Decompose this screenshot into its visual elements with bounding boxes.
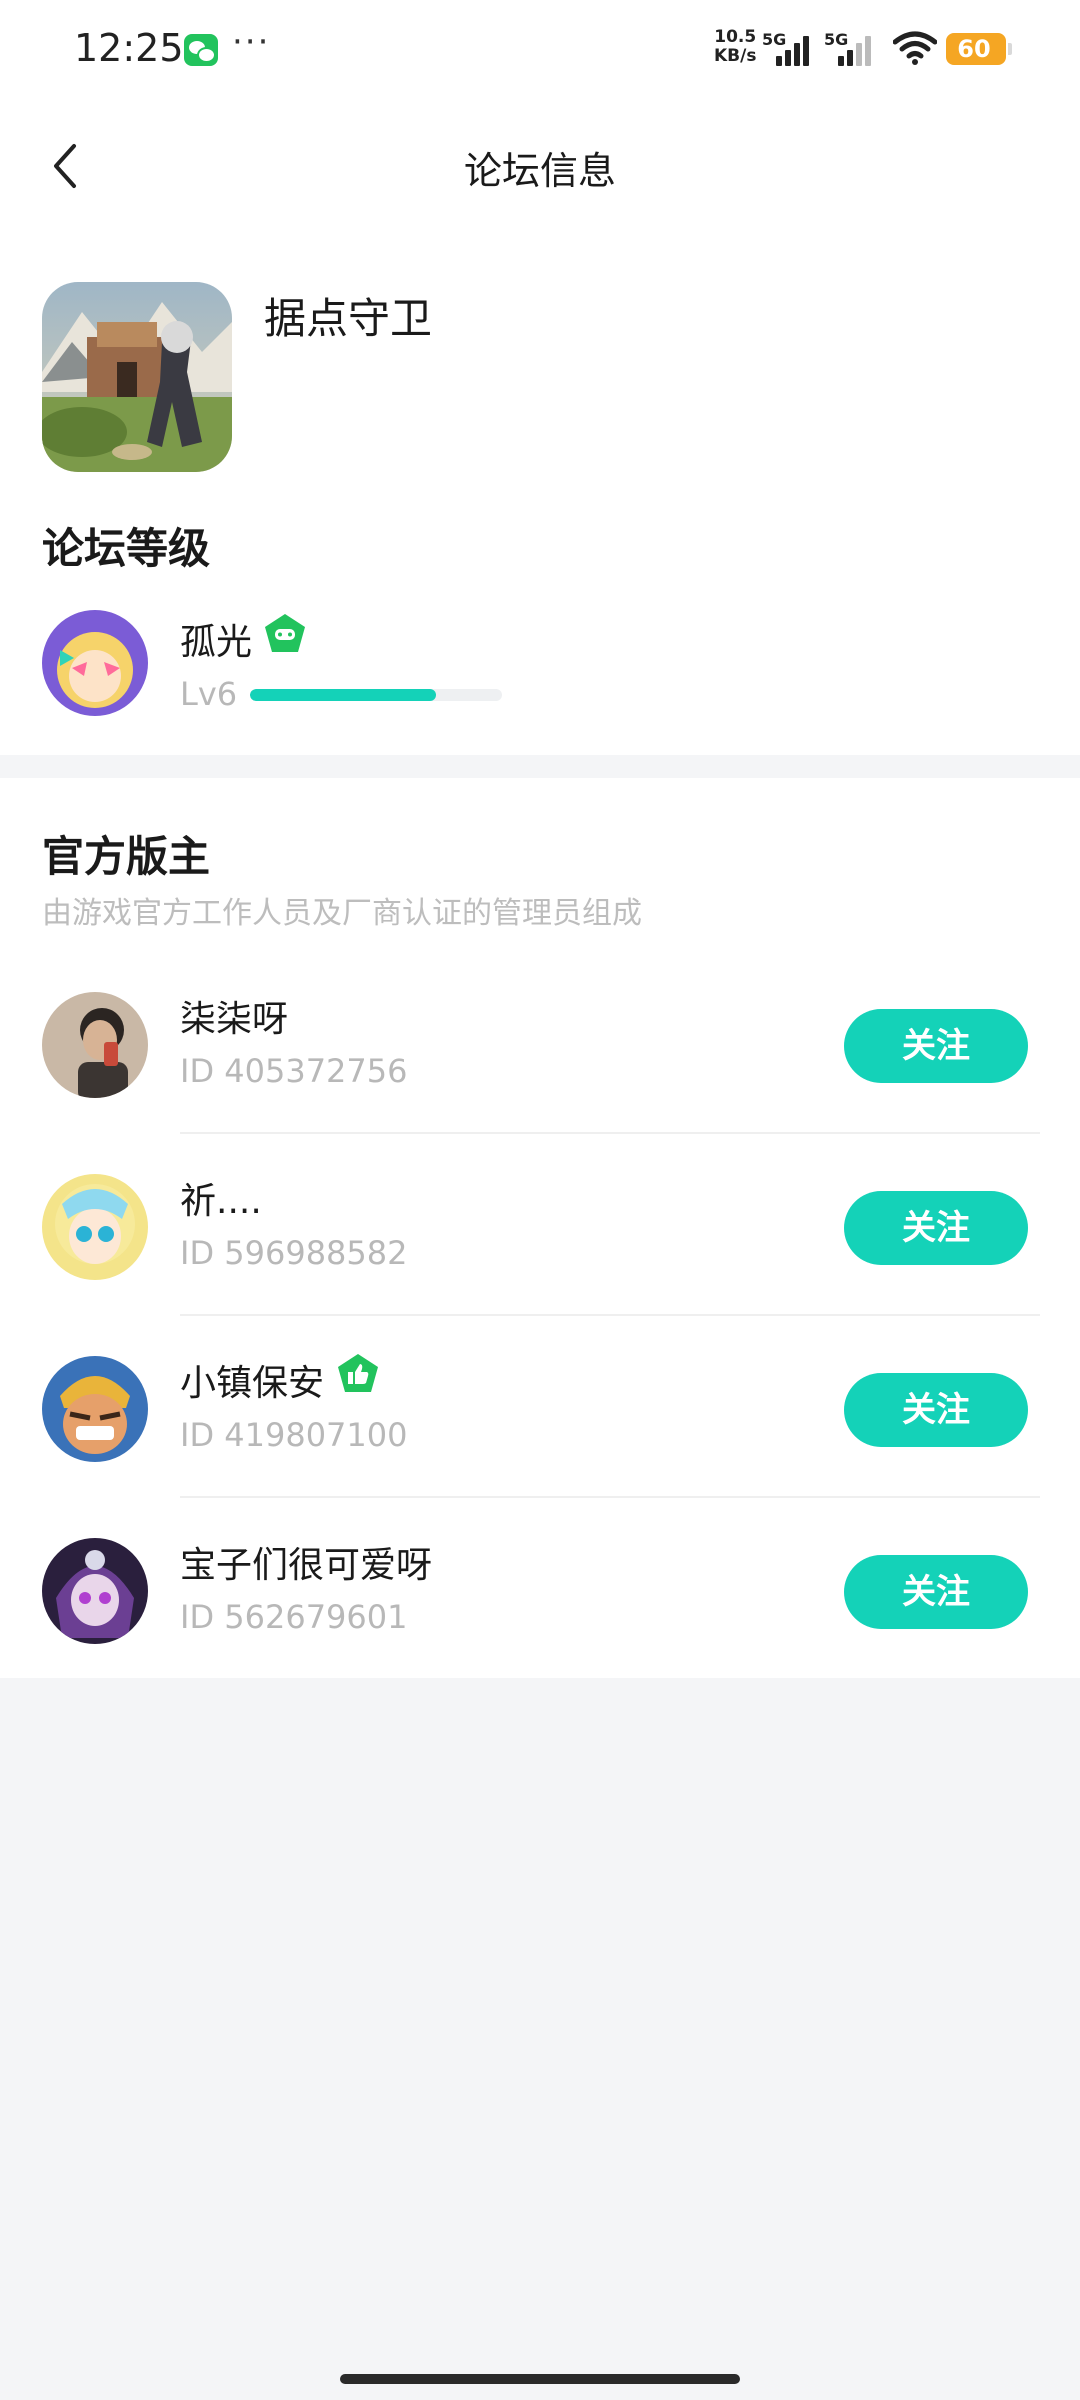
- wifi-icon: [893, 31, 937, 65]
- moderators-subtitle: 由游戏官方工作人员及厂商认证的管理员组成: [42, 896, 642, 931]
- level-progress-bar: [250, 689, 502, 701]
- follow-button[interactable]: 关注: [844, 1373, 1028, 1447]
- avatar[interactable]: [42, 610, 148, 716]
- moderators-title: 官方版主: [42, 832, 211, 881]
- level-progress-fill: [250, 689, 437, 701]
- more-notifications-icon: ···: [232, 22, 271, 62]
- moderator-id: ID 596988582: [180, 1234, 408, 1272]
- official-moderators-section: 官方版主 由游戏官方工作人员及厂商认证的管理员组成 柒柒呀 ID 4053727…: [0, 778, 1080, 1678]
- list-item: 祈.... ID 596988582 关注: [0, 1134, 1080, 1316]
- sim2-label: 5G: [824, 30, 849, 49]
- signal-icon: 5G: [762, 30, 809, 66]
- moderator-name: 宝子们很可爱呀: [180, 1545, 433, 1586]
- moderator-name: 小镇保安: [180, 1363, 325, 1404]
- forum-info-section: 据点守卫 论坛等级 孤光 Lv6: [0, 235, 1080, 755]
- game-controller-badge-icon: [265, 614, 305, 652]
- network-speed: 10.5 KB/s: [714, 28, 756, 66]
- signal-icon-2: 5G: [824, 30, 871, 66]
- battery-level: 60: [957, 35, 991, 63]
- moderator-id: ID 419807100: [180, 1416, 408, 1454]
- page-title: 论坛信息: [463, 149, 616, 193]
- game-name: 据点守卫: [264, 294, 433, 343]
- forum-level-title: 论坛等级: [42, 524, 211, 573]
- list-item: 柒柒呀 ID 405372756 关注: [0, 952, 1080, 1134]
- user-name: 孤光: [180, 622, 253, 663]
- avatar[interactable]: [42, 1174, 148, 1280]
- thumbs-up-badge-icon: [338, 1354, 378, 1392]
- sim1-label: 5G: [762, 30, 787, 49]
- follow-button[interactable]: 关注: [844, 1555, 1028, 1629]
- network-speed-unit: KB/s: [714, 46, 757, 66]
- status-time: 12:25: [74, 26, 184, 70]
- level-label: Lv6: [180, 675, 238, 713]
- list-item: 宝子们很可爱呀 ID 562679601 关注: [0, 1498, 1080, 1680]
- battery-icon: 60: [946, 33, 1012, 65]
- moderator-id: ID 405372756: [180, 1052, 408, 1090]
- network-speed-value: 10.5: [714, 27, 757, 47]
- avatar[interactable]: [42, 1538, 148, 1644]
- follow-button[interactable]: 关注: [844, 1009, 1028, 1083]
- moderator-id: ID 562679601: [180, 1598, 408, 1636]
- list-item: 小镇保安 ID 419807100 关注: [0, 1316, 1080, 1498]
- status-bar: 12:25 ··· 10.5 KB/s 5G 5G 60: [0, 0, 1080, 100]
- moderator-name: 祈....: [180, 1181, 262, 1222]
- game-icon: [42, 282, 232, 472]
- avatar[interactable]: [42, 992, 148, 1098]
- follow-button[interactable]: 关注: [844, 1191, 1028, 1265]
- wechat-icon: [184, 34, 218, 66]
- avatar[interactable]: [42, 1356, 148, 1462]
- home-indicator[interactable]: [340, 2374, 740, 2384]
- moderator-name: 柒柒呀: [180, 999, 289, 1040]
- page-header: 论坛信息: [0, 100, 1080, 235]
